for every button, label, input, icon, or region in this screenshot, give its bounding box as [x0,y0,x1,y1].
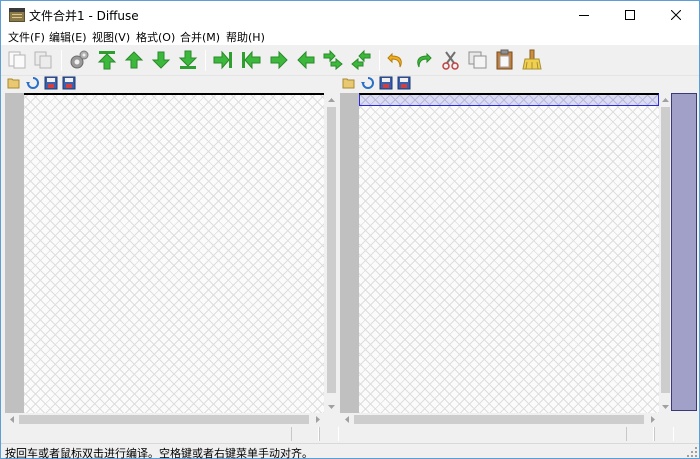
redo-button[interactable] [412,48,436,72]
scroll-down-arrow-icon[interactable] [325,400,338,413]
menu-merge[interactable]: 合并(M) [180,29,220,45]
copy-file-button[interactable] [5,48,29,72]
undo-button[interactable] [385,48,409,72]
menu-format[interactable]: 格式(O) [136,29,175,45]
previous-change-button[interactable] [122,48,146,72]
title-bar: 文件合并1 - Diffuse [1,1,699,28]
clear-edits-icon [522,49,542,70]
scroll-right-arrow-icon[interactable] [646,413,659,426]
save-as-icon[interactable] [397,76,411,90]
settings-button[interactable] [67,48,91,72]
arrow-left-button[interactable] [294,48,318,72]
status-cell [626,427,654,441]
maximize-button[interactable] [607,1,653,28]
resize-grip-icon[interactable] [687,447,697,457]
right-pane-toolbar [342,76,412,92]
scroll-thumb[interactable] [354,415,644,424]
toolbar-separator [61,50,62,71]
right-pane-status-cells [340,427,674,441]
line-number-gutter [5,93,24,413]
minimize-button[interactable] [561,1,607,28]
close-button[interactable] [653,1,699,28]
scroll-thumb[interactable] [661,107,670,393]
menu-help[interactable]: 帮助(H) [226,29,265,45]
last-change-button[interactable] [176,48,200,72]
next-change-button[interactable] [149,48,173,72]
status-cell [654,427,674,441]
scroll-right-arrow-icon[interactable] [311,413,324,426]
current-line-cursor [359,93,659,106]
empty-text-area[interactable] [24,93,324,413]
copy-icon [468,51,487,69]
open-file-icon[interactable] [342,76,356,90]
close-icon [671,9,681,20]
copy-pane-button[interactable] [31,48,55,72]
reload-file-icon[interactable] [361,76,375,90]
copy-right-icon [213,50,232,70]
settings-icon [70,50,89,69]
right-horizontal-scrollbar[interactable] [340,413,659,426]
status-cell [319,427,339,441]
toolbar [1,45,699,76]
left-pane-toolbar [7,76,77,92]
left-file-pane[interactable] [5,93,324,413]
last-change-icon [178,50,198,69]
arrow-right-icon [270,50,288,70]
menu-edit[interactable]: 编辑(E) [49,29,87,45]
diffuse-app-icon [9,8,25,22]
left-pane-status-cells [5,427,340,441]
toolbar-separator [205,50,206,71]
window-title: 文件合并1 - Diffuse [29,9,139,23]
open-file-icon[interactable] [7,76,21,90]
scroll-thumb[interactable] [327,107,336,393]
save-as-icon[interactable] [62,76,76,90]
cut-button[interactable] [439,48,463,72]
menu-view[interactable]: 视图(V) [92,29,130,45]
scroll-up-arrow-icon[interactable] [325,93,338,106]
first-change-icon [97,51,117,70]
arrow-right-button[interactable] [267,48,291,72]
shift-left-button[interactable] [349,48,373,72]
arrow-left-icon [297,50,315,70]
previous-change-icon [124,51,144,69]
scroll-left-arrow-icon[interactable] [5,413,18,426]
clear-edits-button[interactable] [520,48,544,72]
diff-overview-map[interactable] [671,93,697,411]
save-file-icon[interactable] [44,76,58,90]
next-change-icon [151,51,171,69]
minimize-icon [579,14,589,16]
paste-button[interactable] [493,48,517,72]
paste-icon [496,49,513,70]
toolbar-separator [379,50,380,71]
copy-right-button[interactable] [211,48,235,72]
redo-icon [417,52,432,68]
status-cell [291,427,319,441]
shift-right-button[interactable] [321,48,345,72]
copy-file-icon [8,51,26,69]
empty-text-area[interactable] [359,93,659,413]
right-file-pane[interactable] [340,93,659,413]
copy-left-button[interactable] [239,48,263,72]
menu-bar: 文件(F) 编辑(E) 视图(V) 格式(O) 合并(M) 帮助(H) [1,28,699,45]
shift-right-icon [323,49,343,71]
status-message: 按回车或者鼠标双击进行编译。空格键或者右键菜单手动对齐。 [5,447,313,459]
copy-left-icon [242,50,261,70]
cut-icon [442,51,459,70]
first-change-button[interactable] [95,48,119,72]
copy-button[interactable] [466,48,490,72]
status-bar: 按回车或者鼠标双击进行编译。空格键或者右键菜单手动对齐。 [1,443,699,459]
diffuse-window: 文件合并1 - Diffuse 文件(F) 编辑(E) 视图(V) 格式(O) … [0,0,700,459]
reload-file-icon[interactable] [26,76,40,90]
scroll-left-arrow-icon[interactable] [340,413,353,426]
undo-icon [387,52,402,68]
shift-left-icon [351,49,371,71]
maximize-icon [625,9,635,20]
save-file-icon[interactable] [379,76,393,90]
scroll-thumb[interactable] [19,415,309,424]
left-vertical-scrollbar[interactable] [325,93,338,413]
line-number-gutter [340,93,359,413]
left-horizontal-scrollbar[interactable] [5,413,324,426]
menu-file[interactable]: 文件(F) [8,29,45,45]
copy-pane-icon [34,51,52,69]
